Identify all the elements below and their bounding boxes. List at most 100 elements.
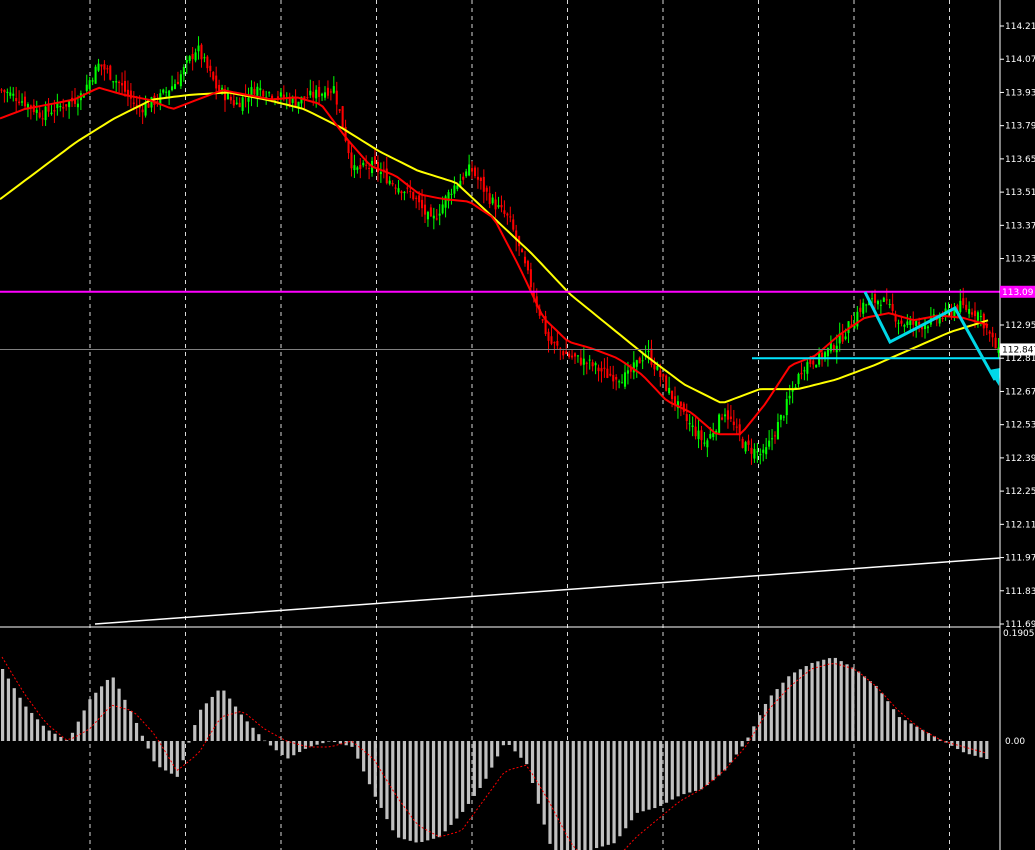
candle-body <box>788 395 791 399</box>
histogram-bar <box>303 741 308 749</box>
histogram-bar <box>18 697 22 741</box>
candle-body <box>494 199 497 210</box>
histogram-bar <box>723 741 727 771</box>
candle-body <box>176 81 179 85</box>
candle-body <box>376 161 379 173</box>
histogram-bar <box>822 659 826 741</box>
moving-averages <box>0 86 989 436</box>
candle-body <box>606 368 609 378</box>
candle-body <box>209 65 212 71</box>
histogram-bar <box>496 741 500 757</box>
candle-body <box>44 106 47 121</box>
candle-body <box>762 449 765 453</box>
price-tick-label: 113.930 <box>1005 88 1035 98</box>
histogram-bar <box>624 741 628 829</box>
candle-body <box>497 205 500 208</box>
candle-body <box>997 347 1000 353</box>
histogram-bar <box>816 661 820 741</box>
candle-body <box>418 195 421 203</box>
candle-body <box>512 219 515 230</box>
histogram-bar <box>367 741 372 785</box>
histogram-bar <box>711 741 715 781</box>
histogram-bar <box>839 661 843 741</box>
candle-body <box>959 300 962 312</box>
candle-body <box>238 102 241 108</box>
candle-body <box>482 176 485 192</box>
candle-body <box>500 205 503 208</box>
histogram-bar <box>216 690 220 741</box>
histogram-bar <box>12 688 16 741</box>
candle-body <box>732 421 735 426</box>
candle-body <box>259 88 262 91</box>
candle-body <box>126 89 129 96</box>
candle-body <box>123 80 127 92</box>
histogram-bar <box>210 696 214 741</box>
candle-body <box>791 389 794 392</box>
candle-body <box>965 304 968 310</box>
candle-body <box>488 193 491 205</box>
histogram-bar <box>688 741 692 793</box>
candle-body <box>759 453 762 456</box>
histogram-bar <box>740 741 744 747</box>
histogram-bar <box>577 741 581 850</box>
candle-body <box>526 260 529 271</box>
candle-body <box>503 210 506 214</box>
histogram-bar <box>65 740 69 741</box>
histogram-bar <box>379 741 383 808</box>
candle-body <box>21 101 24 103</box>
price-tick-label: 111.830 <box>1005 587 1035 597</box>
candle-body <box>409 190 412 192</box>
candle-body <box>656 366 659 370</box>
resistance-price-label: 113.09 <box>1002 288 1034 298</box>
candle-body <box>744 442 747 452</box>
price-tick-label: 112.530 <box>1005 421 1035 431</box>
candle-body <box>50 112 53 115</box>
candle-body <box>797 373 800 385</box>
candle-body <box>385 168 388 184</box>
current-price-label: 112.847 <box>1002 345 1035 355</box>
candle-body <box>600 368 603 372</box>
candle-body <box>415 197 418 199</box>
candle-body <box>906 321 909 326</box>
candle-body <box>197 45 200 52</box>
histogram-bar <box>228 698 232 741</box>
histogram-bar <box>100 686 104 741</box>
candle-body <box>668 387 671 394</box>
histogram-bar <box>810 662 814 741</box>
histogram-bar <box>298 741 302 753</box>
histogram-bar <box>59 736 63 741</box>
candle-body <box>632 362 635 373</box>
histogram-bar <box>6 678 11 741</box>
candle-body <box>776 421 779 440</box>
histogram-bar <box>758 715 762 741</box>
histogram-bar <box>414 741 418 843</box>
candle-body <box>203 57 206 59</box>
histogram-bar <box>94 692 98 741</box>
candle-body <box>365 164 368 166</box>
candle-body <box>800 372 803 375</box>
candle-body <box>553 342 556 344</box>
candle-body <box>9 92 12 96</box>
histogram-bar <box>431 741 436 839</box>
histogram-bar <box>437 741 441 838</box>
histogram-bar <box>903 720 907 741</box>
histogram-bar <box>286 741 290 759</box>
histogram-bar <box>600 741 605 847</box>
candle-body <box>165 91 168 93</box>
candle-body <box>279 92 282 97</box>
candle-body <box>812 360 815 365</box>
candle-body <box>768 440 771 447</box>
histogram-bar <box>909 723 913 741</box>
candle-body <box>541 319 544 321</box>
candle-body <box>876 301 879 305</box>
candle-body <box>621 382 624 384</box>
candle-body <box>373 156 377 164</box>
candle-body <box>188 56 191 61</box>
histogram-bar <box>804 666 808 741</box>
candle-body <box>718 414 721 433</box>
price-tick-label: 113.650 <box>1005 155 1035 165</box>
price-tick-label: 113.510 <box>1005 188 1035 198</box>
candle-body <box>556 341 559 346</box>
candle-body <box>232 100 235 106</box>
histogram-bar <box>886 701 890 741</box>
